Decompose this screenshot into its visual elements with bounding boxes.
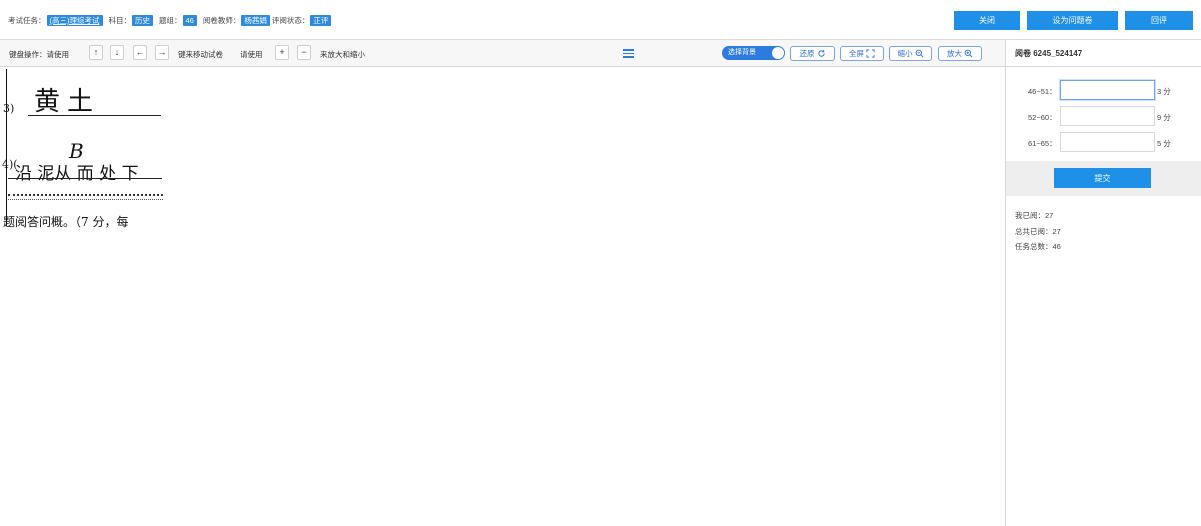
exam-task-badge: (高三)理综考试 [46, 15, 103, 26]
dotted-separator [8, 194, 163, 196]
teacher-label: 阅卷教师： [202, 16, 241, 25]
subject-badge: 历史 [132, 15, 153, 26]
fullscreen-button[interactable]: 全屏 [840, 46, 884, 61]
score-max-label: 9 分 [1157, 113, 1171, 122]
toggle-knob [772, 47, 784, 59]
fullscreen-label: 全屏 [849, 49, 864, 58]
exam-info: 考试任务： (高三)理综考试 科目： 历史 题组： 46 阅卷教师： 杨茜娟 评… [8, 15, 337, 26]
answer-underline-q4 [8, 178, 162, 179]
answer-sheet-viewer[interactable]: 3) 黄土 4)( B 沿 泥从 而 处 下 题阅答问概。（7 分，每 [0, 67, 1005, 526]
task-total-count: 任务总数：46 [1015, 242, 1061, 251]
submit-area: 提交 [1006, 161, 1201, 196]
sheet-margin-line [6, 69, 7, 226]
subject-label: 科目： [108, 16, 132, 25]
return-review-button[interactable]: 回评 [1125, 11, 1193, 30]
paper-toolbar: 键盘操作：请使用 ↑ ↓ ← → 键来移动试卷 请使用 + − 来放大和缩小 选… [0, 40, 1005, 67]
score-range-label: 61~65： [1028, 139, 1057, 148]
question-footer-text: 题阅答问概。（7 分，每 [3, 215, 129, 229]
please-use-text: 请使用 [240, 50, 263, 59]
top-bar: 考试任务： (高三)理综考试 科目： 历史 题组： 46 阅卷教师： 杨茜娟 评… [0, 0, 1201, 40]
answer-underline-q3 [28, 115, 161, 116]
move-hint-text: 键来移动试卷 [178, 50, 223, 59]
score-range-label: 52~60： [1028, 113, 1057, 122]
close-button[interactable]: 关闭 [954, 11, 1020, 30]
handwritten-answer-q4: 沿 泥从 而 处 下 [15, 164, 139, 184]
zoom-plus-button[interactable]: + [275, 45, 289, 60]
menu-icon[interactable] [623, 49, 634, 60]
score-range-label: 46~51： [1028, 87, 1057, 96]
set-problem-paper-button[interactable]: 设为问题卷 [1027, 11, 1118, 30]
zoom-hint-text: 来放大和缩小 [320, 50, 365, 59]
teacher-badge: 杨茜娟 [241, 15, 270, 26]
zoom-in-icon [964, 49, 973, 58]
group-badge: 46 [182, 15, 197, 26]
arrow-right-button[interactable]: → [155, 45, 169, 60]
zoom-out-icon [915, 49, 923, 58]
restore-label: 还原 [799, 49, 815, 58]
question-3-prefix: 3) [3, 102, 15, 115]
score-max-label: 5 分 [1157, 139, 1171, 148]
zoom-out-button[interactable]: 缩小 [889, 46, 932, 61]
zoom-out-label: 缩小 [897, 49, 913, 58]
restore-button[interactable]: 还原 [790, 46, 835, 61]
panel-title: 阅卷 6245_524147 [1006, 40, 1201, 67]
score-row-52-60: 52~60： 9 分 [1006, 106, 1201, 126]
zoom-minus-button[interactable]: − [297, 45, 311, 60]
arrow-down-button[interactable]: ↓ [110, 45, 124, 60]
scoring-panel: 阅卷 6245_524147 46~51： 3 分 52~60： 9 分 61~… [1005, 40, 1201, 526]
select-background-toggle[interactable]: 选择背景 [722, 46, 785, 60]
score-row-46-51: 46~51： 3 分 [1006, 80, 1201, 100]
total-read-count: 总共已阅：27 [1015, 227, 1061, 236]
refresh-icon [817, 50, 825, 57]
arrow-left-button[interactable]: ← [133, 45, 147, 60]
zoom-in-button[interactable]: 放大 [938, 46, 982, 61]
zoom-in-label: 放大 [947, 49, 962, 58]
dotted-separator-2 [8, 199, 163, 200]
keyboard-hint-text: 键盘操作：请使用 [9, 50, 69, 59]
review-status-badge: 正评 [310, 15, 332, 26]
my-read-count: 我已阅：27 [1015, 211, 1054, 220]
exam-task-label: 考试任务： [8, 16, 46, 25]
score-input-61-65[interactable] [1060, 132, 1155, 152]
score-row-61-65: 61~65： 5 分 [1006, 132, 1201, 152]
score-input-46-51[interactable] [1060, 80, 1155, 100]
handwritten-answer-q3: 黄土 [34, 87, 101, 117]
score-input-52-60[interactable] [1060, 106, 1155, 126]
fullscreen-icon [866, 49, 875, 58]
review-status-label: 评阅状态： [271, 16, 310, 25]
submit-button[interactable]: 提交 [1054, 168, 1151, 188]
arrow-up-button[interactable]: ↑ [89, 45, 103, 60]
score-max-label: 3 分 [1157, 87, 1171, 96]
select-background-label: 选择背景 [728, 49, 756, 56]
group-label: 题组： [159, 16, 182, 25]
